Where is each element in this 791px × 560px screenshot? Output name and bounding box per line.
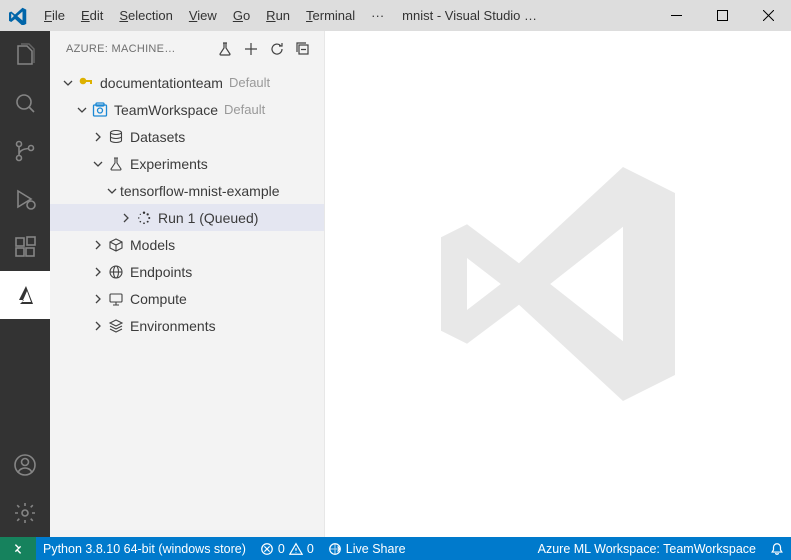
window-controls xyxy=(653,0,791,31)
tree-subscription[interactable]: documentationteam Default xyxy=(50,69,324,96)
tree-view: documentationteam Default TeamWorkspace … xyxy=(50,67,324,537)
status-label: Live Share xyxy=(346,542,406,556)
sidebar-title: AZURE: MACHINE… xyxy=(66,43,212,55)
layers-icon xyxy=(106,316,126,336)
loading-icon xyxy=(134,208,154,228)
activity-azure[interactable] xyxy=(0,271,50,319)
tree-desc: Default xyxy=(224,102,265,117)
tree-label: Environments xyxy=(130,318,216,334)
maximize-button[interactable] xyxy=(699,0,745,31)
editor-area xyxy=(325,31,791,537)
chevron-right-icon xyxy=(90,291,106,307)
database-icon xyxy=(106,127,126,147)
activity-bar xyxy=(0,31,50,537)
chevron-down-icon xyxy=(74,102,90,118)
tree-label: tensorflow-mnist-example xyxy=(120,183,280,199)
menu-edit[interactable]: Edit xyxy=(73,0,111,31)
liveshare-icon xyxy=(328,542,342,556)
chevron-right-icon xyxy=(90,129,106,145)
activity-run-debug[interactable] xyxy=(0,175,50,223)
tree-models[interactable]: Models xyxy=(50,231,324,258)
menu-file[interactable]: File xyxy=(36,0,73,31)
box-icon xyxy=(106,235,126,255)
menu-go[interactable]: Go xyxy=(225,0,258,31)
activity-source-control[interactable] xyxy=(0,127,50,175)
warning-icon xyxy=(289,542,303,556)
chevron-down-icon xyxy=(104,183,120,199)
menu-more[interactable]: ··· xyxy=(363,0,392,31)
window-title: mnist - Visual Studio … xyxy=(392,8,653,23)
tree-label: Run 1 (Queued) xyxy=(158,210,258,226)
status-azure-workspace[interactable]: Azure ML Workspace: TeamWorkspace xyxy=(531,537,763,560)
activity-extensions[interactable] xyxy=(0,223,50,271)
menu-selection[interactable]: Selection xyxy=(111,0,180,31)
activity-settings[interactable] xyxy=(0,489,50,537)
refresh-icon[interactable] xyxy=(264,36,290,62)
minimize-button[interactable] xyxy=(653,0,699,31)
monitor-icon xyxy=(106,289,126,309)
chevron-down-icon xyxy=(90,156,106,172)
tree-workspace[interactable]: TeamWorkspace Default xyxy=(50,96,324,123)
status-errors: 0 xyxy=(278,542,285,556)
chevron-right-icon xyxy=(90,237,106,253)
tree-environments[interactable]: Environments xyxy=(50,312,324,339)
menu-terminal[interactable]: Terminal xyxy=(298,0,363,31)
tree-label: Endpoints xyxy=(130,264,192,280)
tree-label: Experiments xyxy=(130,156,208,172)
chevron-right-icon xyxy=(118,210,134,226)
workspace-icon xyxy=(90,100,110,120)
status-bar: Python 3.8.10 64-bit (windows store) 0 0… xyxy=(0,537,791,560)
close-button[interactable] xyxy=(745,0,791,31)
beaker-icon xyxy=(106,154,126,174)
main-area: AZURE: MACHINE… documentationteam Defaul… xyxy=(0,31,791,537)
status-python[interactable]: Python 3.8.10 64-bit (windows store) xyxy=(36,537,253,560)
vscode-watermark-icon xyxy=(428,154,688,414)
remote-indicator[interactable] xyxy=(0,537,36,560)
activity-search[interactable] xyxy=(0,79,50,127)
tree-label: documentationteam xyxy=(100,75,223,91)
tree-run-item[interactable]: Run 1 (Queued) xyxy=(50,204,324,231)
add-icon[interactable] xyxy=(238,36,264,62)
title-bar: File Edit Selection View Go Run Terminal… xyxy=(0,0,791,31)
menu-view[interactable]: View xyxy=(181,0,225,31)
sidebar-header: AZURE: MACHINE… xyxy=(50,31,324,67)
activity-explorer[interactable] xyxy=(0,31,50,79)
tree-label: Datasets xyxy=(130,129,185,145)
sidebar: AZURE: MACHINE… documentationteam Defaul… xyxy=(50,31,325,537)
error-icon xyxy=(260,542,274,556)
key-icon xyxy=(76,73,96,93)
vscode-logo-icon xyxy=(8,6,28,26)
beaker-icon[interactable] xyxy=(212,36,238,62)
status-warnings: 0 xyxy=(307,542,314,556)
tree-label: TeamWorkspace xyxy=(114,102,218,118)
tree-endpoints[interactable]: Endpoints xyxy=(50,258,324,285)
status-problems[interactable]: 0 0 xyxy=(253,537,321,560)
globe-icon xyxy=(106,262,126,282)
status-notifications[interactable] xyxy=(763,537,791,560)
tree-experiment-item[interactable]: tensorflow-mnist-example xyxy=(50,177,324,204)
tree-label: Models xyxy=(130,237,175,253)
chevron-right-icon xyxy=(90,264,106,280)
bell-icon xyxy=(770,542,784,556)
tree-datasets[interactable]: Datasets xyxy=(50,123,324,150)
chevron-right-icon xyxy=(90,318,106,334)
collapse-all-icon[interactable] xyxy=(290,36,316,62)
tree-desc: Default xyxy=(229,75,270,90)
status-liveshare[interactable]: Live Share xyxy=(321,537,413,560)
tree-experiments[interactable]: Experiments xyxy=(50,150,324,177)
tree-compute[interactable]: Compute xyxy=(50,285,324,312)
chevron-down-icon xyxy=(60,75,76,91)
menu-run[interactable]: Run xyxy=(258,0,298,31)
tree-label: Compute xyxy=(130,291,187,307)
activity-accounts[interactable] xyxy=(0,441,50,489)
